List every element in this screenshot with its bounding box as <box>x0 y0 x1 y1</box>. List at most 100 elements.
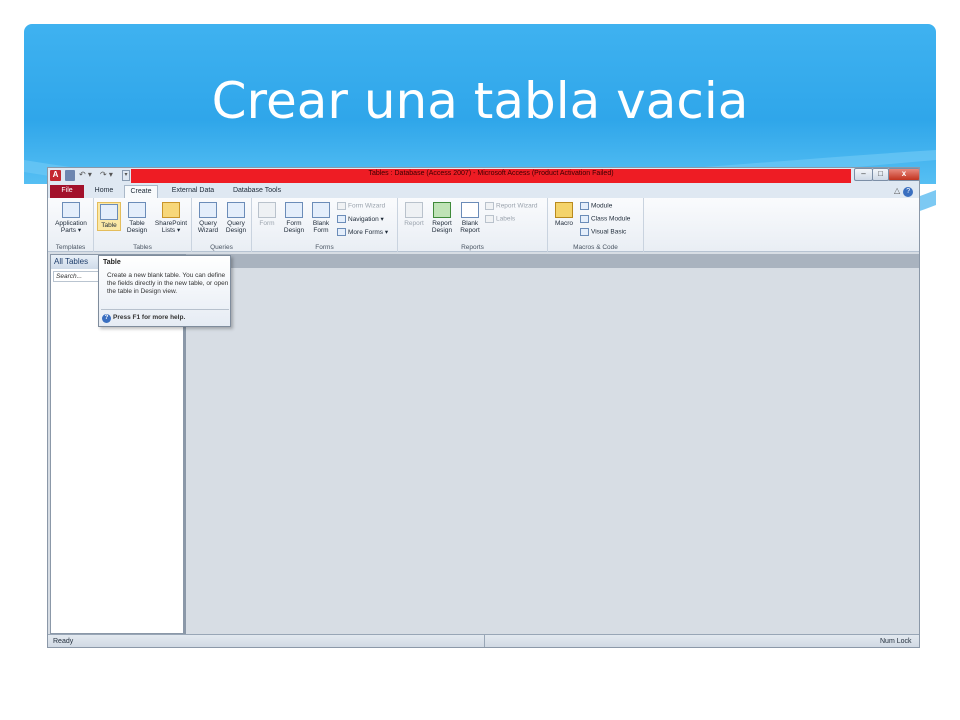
application-parts-button[interactable]: Application Parts ▾ <box>51 202 91 234</box>
status-divider <box>484 635 485 647</box>
help-icon[interactable]: ? <box>903 187 914 197</box>
tooltip-title: Table <box>103 259 121 266</box>
tab-home[interactable]: Home <box>86 185 122 198</box>
macro-button[interactable]: Macro <box>552 202 576 227</box>
query-design-button[interactable]: Query Design <box>223 202 249 234</box>
minimize-button[interactable]: – <box>854 168 873 181</box>
query-design-icon <box>227 202 245 218</box>
more-forms-label: More Forms ▾ <box>348 229 389 236</box>
maximize-button[interactable]: □ <box>872 168 889 181</box>
ribbon: Application Parts ▾ Templates Table Tabl… <box>48 198 919 252</box>
query-design-label-1: Query <box>227 220 245 227</box>
document-area <box>186 254 919 634</box>
class-module-label: Class Module <box>591 215 631 223</box>
class-module-button[interactable]: Class Module <box>580 215 630 223</box>
help-icon: ? <box>102 314 111 323</box>
more-forms-icon <box>337 228 346 237</box>
slide-title: Crear una tabla vacia <box>211 72 749 130</box>
undo-icon[interactable]: ↶ ▾ <box>79 170 92 181</box>
blank-form-label-1: Blank <box>312 220 330 227</box>
report-design-label-2: Design <box>431 227 453 234</box>
blank-report-button[interactable]: Blank Report <box>457 202 483 234</box>
blank-report-label-1: Blank <box>461 220 479 227</box>
visual-basic-label: Visual Basic <box>591 228 627 236</box>
ribbon-tabs: File Home Create External Data Database … <box>48 184 919 198</box>
nav-search-input[interactable]: Search... <box>53 271 103 282</box>
more-forms-button[interactable]: More Forms ▾ <box>337 228 389 237</box>
group-queries: Query Wizard Query Design Queries <box>192 198 252 252</box>
status-ready: Ready <box>53 638 74 645</box>
form-design-icon <box>285 202 303 218</box>
application-parts-icon <box>62 202 80 218</box>
sharepoint-lists-button[interactable]: SharePoint Lists ▾ <box>152 202 190 234</box>
labels-icon <box>485 215 494 223</box>
group-label-forms: Forms <box>315 244 334 251</box>
report-design-button[interactable]: Report Design <box>429 202 455 234</box>
macro-label: Macro <box>554 220 574 227</box>
report-icon <box>405 202 423 218</box>
form-design-button[interactable]: Form Design <box>281 202 307 234</box>
group-label-tables: Tables <box>133 244 152 251</box>
class-module-icon <box>580 215 589 223</box>
blank-report-icon <box>461 202 479 218</box>
navigation-button[interactable]: Navigation ▾ <box>337 215 384 224</box>
report-wizard-button[interactable]: Report Wizard <box>485 202 538 210</box>
query-wizard-icon <box>199 202 217 218</box>
table-design-button[interactable]: Table Design <box>124 202 150 234</box>
group-label-templates: Templates <box>55 244 86 251</box>
table-button[interactable]: Table <box>97 202 121 231</box>
access-window: A ↶ ▾ ↷ ▾ ▾ Tables : Database (Access 20… <box>47 167 920 648</box>
tab-database-tools[interactable]: Database Tools <box>226 185 288 198</box>
close-button[interactable]: x <box>888 168 919 181</box>
application-parts-label-2: Parts ▾ <box>60 227 82 234</box>
module-label: Module <box>591 202 613 210</box>
tab-external-data[interactable]: External Data <box>162 185 224 198</box>
save-icon[interactable] <box>65 170 75 181</box>
group-label-queries: Queries <box>210 244 233 251</box>
tab-create[interactable]: Create <box>124 185 158 198</box>
collapse-ribbon-icon[interactable]: △ <box>894 186 900 195</box>
report-design-label-1: Report <box>432 220 452 227</box>
tooltip-help-text: Press F1 for more help. <box>113 314 186 321</box>
query-wizard-label-2: Wizard <box>197 227 219 234</box>
blank-form-button[interactable]: Blank Form <box>309 202 333 234</box>
sharepoint-lists-icon <box>162 202 180 218</box>
document-tab-strip <box>186 254 919 268</box>
form-wizard-icon <box>337 202 346 210</box>
table-design-label-1: Table <box>129 220 145 227</box>
group-tables: Table Table Design SharePoint Lists ▾ Ta… <box>94 198 192 252</box>
form-button[interactable]: Form <box>255 202 279 227</box>
window-title: Tables : Database (Access 2007) - Micros… <box>368 170 614 177</box>
status-num-lock: Num Lock <box>880 638 912 645</box>
group-reports: Report Report Design Blank Report Report… <box>398 198 548 252</box>
group-templates: Application Parts ▾ Templates <box>48 198 94 252</box>
status-bar: Ready Num Lock <box>48 634 919 647</box>
customize-quick-access-icon[interactable]: ▾ <box>122 170 130 181</box>
visual-basic-button[interactable]: Visual Basic <box>580 228 626 236</box>
labels-button[interactable]: Labels <box>485 215 515 223</box>
module-button[interactable]: Module <box>580 202 612 210</box>
form-wizard-button[interactable]: Form Wizard <box>337 202 385 210</box>
navigation-icon <box>337 215 346 224</box>
macro-scroll-icon <box>555 202 573 218</box>
table-icon <box>100 204 118 220</box>
query-wizard-button[interactable]: Query Wizard <box>195 202 221 234</box>
blank-form-label-2: Form <box>313 227 329 234</box>
tab-file[interactable]: File <box>50 185 84 198</box>
group-macros-code: Macro Module Class Module Visual Basic M… <box>548 198 644 252</box>
redo-icon[interactable]: ↷ ▾ <box>100 170 113 181</box>
table-tooltip: Table Create a new blank table. You can … <box>98 255 231 327</box>
form-design-label-1: Form <box>286 220 302 227</box>
labels-label: Labels <box>496 215 516 223</box>
blank-form-icon <box>312 202 330 218</box>
form-wizard-label: Form Wizard <box>348 202 386 210</box>
access-app-icon[interactable]: A <box>50 170 61 181</box>
query-design-label-2: Design <box>225 227 247 234</box>
group-label-reports: Reports <box>461 244 484 251</box>
sharepoint-label-1: SharePoint <box>154 220 188 227</box>
blank-report-label-2: Report <box>460 227 480 234</box>
tooltip-divider <box>101 309 229 310</box>
navigation-label: Navigation ▾ <box>348 216 384 223</box>
report-design-icon <box>433 202 451 218</box>
report-button[interactable]: Report <box>401 202 427 227</box>
